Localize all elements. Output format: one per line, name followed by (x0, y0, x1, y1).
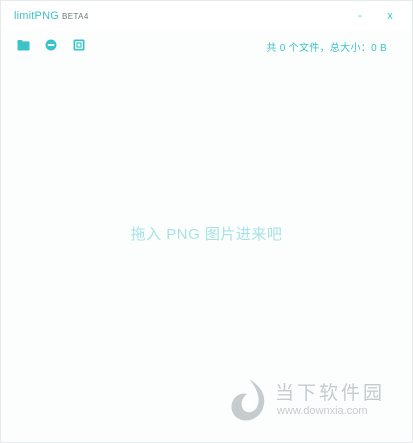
files-summary: 共 0 个文件，总大小：0 B (266, 43, 387, 54)
watermark: 当下软件园 www.downxia.com (227, 376, 397, 426)
toolbar: 共 0 个文件，总大小：0 B (1, 35, 412, 55)
watermark-brand: 当下软件园 (275, 383, 386, 404)
app-window: limitPNG BETA4 - x 共 0 个文件，总大小：0 B 拖入 PNG… (0, 0, 413, 443)
folder-icon[interactable] (17, 39, 31, 53)
minimize-button[interactable]: - (353, 9, 367, 23)
settings-icon[interactable] (73, 39, 87, 53)
app-title: limitPNG BETA4 (14, 10, 89, 22)
watermark-url: www.downxia.com (277, 405, 368, 417)
clear-icon[interactable] (45, 39, 59, 53)
close-button[interactable]: x (383, 9, 397, 23)
title-bar[interactable]: limitPNG BETA4 - x (1, 1, 412, 31)
watermark-logo-icon (231, 379, 265, 421)
drop-hint: 拖入 PNG 图片进来吧 (130, 226, 283, 243)
app-version-badge: BETA4 (62, 12, 89, 21)
app-name: limitPNG (14, 10, 59, 22)
